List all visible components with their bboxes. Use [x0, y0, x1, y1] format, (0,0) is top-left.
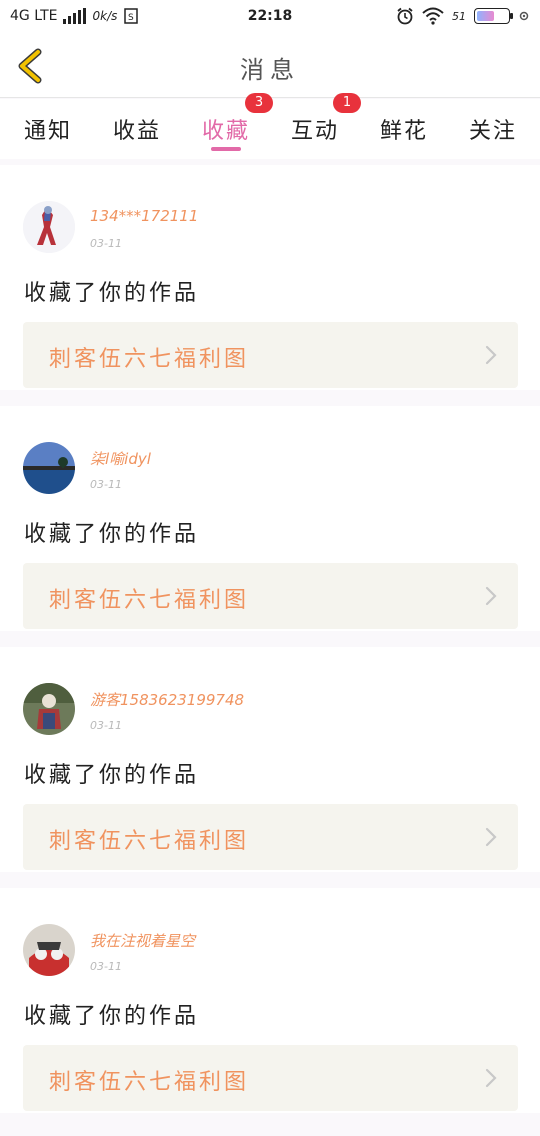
username[interactable]: 柒l喻idyl [90, 448, 151, 469]
message-text: 收藏了你的作品 [24, 763, 200, 788]
work-link[interactable]: 刺客伍六七福利图 [23, 322, 518, 388]
username[interactable]: 我在注视着星空 [90, 930, 195, 951]
tab-following[interactable]: 关注 [469, 113, 517, 145]
active-tab-indicator [211, 147, 241, 151]
username[interactable]: 游客1583623199748 [90, 689, 244, 710]
work-title: 刺客伍六七福利图 [49, 347, 250, 372]
message-text: 收藏了你的作品 [24, 1004, 200, 1029]
message-card: 游客1583623199748 03-11 收藏了你的作品 刺客伍六七福利图 [0, 647, 540, 872]
alarm-icon [397, 7, 413, 25]
work-title: 刺客伍六七福利图 [49, 588, 250, 613]
chevron-right-icon [485, 586, 497, 606]
work-title: 刺客伍六七福利图 [49, 1070, 250, 1095]
message-text: 收藏了你的作品 [24, 281, 200, 306]
message-card: 134***172111 03-11 收藏了你的作品 刺客伍六七福利图 [0, 165, 540, 390]
work-link[interactable]: 刺客伍六七福利图 [23, 1045, 518, 1111]
chevron-right-icon [485, 827, 497, 847]
tab-bar: 通知 收益 收藏 3 互动 1 鲜花 关注 [0, 93, 540, 159]
settings-icon [519, 11, 529, 21]
tab-earnings[interactable]: 收益 [113, 113, 161, 145]
avatar[interactable] [23, 924, 75, 976]
work-title: 刺客伍六七福利图 [49, 829, 250, 854]
wifi-icon [422, 7, 444, 25]
avatar[interactable] [23, 683, 75, 735]
page-title: 消息 [240, 56, 300, 84]
battery-icon [474, 8, 513, 24]
username[interactable]: 134***172111 [90, 207, 198, 225]
tab-favorites[interactable]: 收藏 [202, 113, 250, 145]
interactions-count-badge: 1 [333, 93, 361, 113]
avatar[interactable] [23, 201, 75, 253]
avatar[interactable] [23, 442, 75, 494]
work-link[interactable]: 刺客伍六七福利图 [23, 563, 518, 629]
message-date: 03-11 [90, 478, 122, 491]
status-bar: 4G LTE 0k/s S 22:18 51 [0, 0, 540, 34]
tab-interactions[interactable]: 互动 [291, 113, 339, 145]
message-card: 我在注视着星空 03-11 收藏了你的作品 刺客伍六七福利图 [0, 888, 540, 1113]
message-card: 柒l喻idyl 03-11 收藏了你的作品 刺客伍六七福利图 [0, 406, 540, 631]
work-link[interactable]: 刺客伍六七福利图 [23, 804, 518, 870]
chevron-right-icon [485, 345, 497, 365]
chevron-right-icon [485, 1068, 497, 1088]
message-date: 03-11 [90, 237, 122, 250]
message-text: 收藏了你的作品 [24, 522, 200, 547]
header: 消息 [0, 34, 540, 98]
battery-percent: 51 [452, 9, 466, 23]
tab-flowers[interactable]: 鲜花 [380, 113, 428, 145]
message-date: 03-11 [90, 960, 122, 973]
tab-notifications[interactable]: 通知 [24, 113, 72, 145]
message-date: 03-11 [90, 719, 122, 732]
favorites-count-badge: 3 [245, 93, 273, 113]
